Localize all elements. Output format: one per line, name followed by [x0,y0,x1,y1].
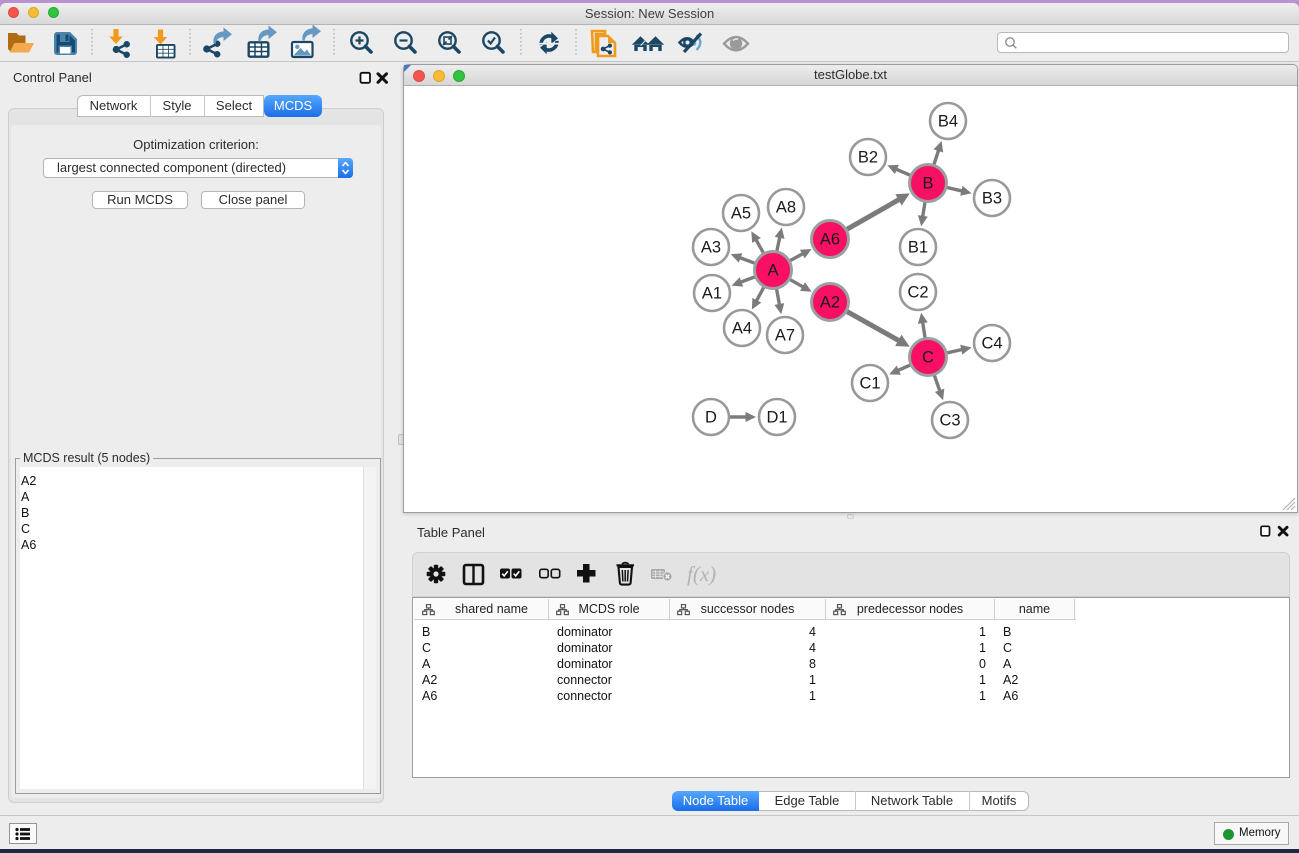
svg-text:A1: A1 [702,285,722,303]
svg-text:A4: A4 [732,320,752,338]
svg-text:C: C [922,349,934,367]
svg-text:A6: A6 [820,231,840,249]
svg-text:A8: A8 [776,199,796,217]
svg-text:B2: B2 [858,149,878,167]
svg-text:A3: A3 [701,239,721,257]
svg-text:D1: D1 [766,409,787,427]
svg-text:f(x): f(x) [687,562,716,586]
svg-text:C4: C4 [981,335,1002,353]
svg-text:A5: A5 [731,205,751,223]
svg-text:C1: C1 [859,375,880,393]
svg-text:D: D [705,409,717,427]
svg-text:B: B [922,175,933,193]
svg-text:B1: B1 [908,239,928,257]
svg-text:A: A [767,262,778,280]
svg-text:C2: C2 [907,284,928,302]
svg-text:A7: A7 [775,327,795,345]
svg-text:B4: B4 [938,113,958,131]
svg-text:A2: A2 [820,294,840,312]
svg-text:C3: C3 [939,412,960,430]
svg-text:B3: B3 [982,190,1002,208]
